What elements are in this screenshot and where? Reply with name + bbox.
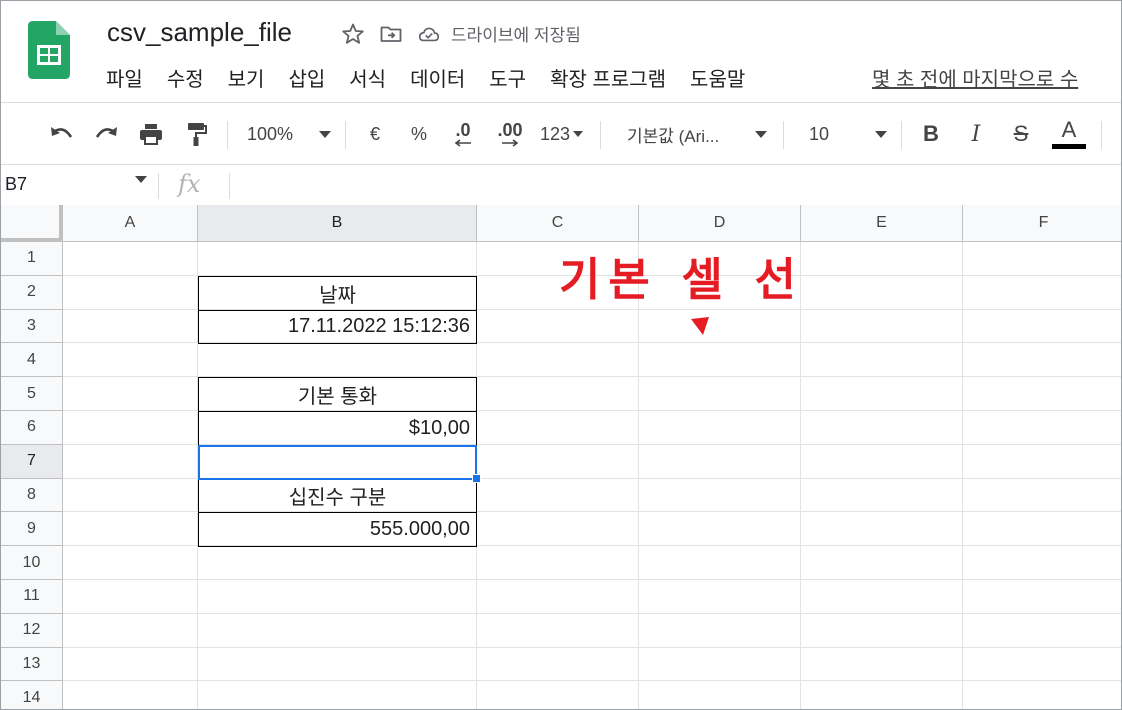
text-color-swatch — [1052, 144, 1086, 149]
menu-file[interactable]: 파일 — [106, 63, 155, 92]
row-header-11[interactable]: 11 — [1, 580, 63, 614]
column-gridline — [638, 242, 639, 709]
sheets-logo-icon[interactable] — [28, 21, 70, 79]
font-size-select[interactable]: 10 — [809, 117, 849, 151]
row-header-5[interactable]: 5 — [1, 377, 63, 411]
decrease-decimal-button[interactable]: .0 — [448, 117, 478, 151]
row-gridline — [63, 579, 1121, 580]
cell-b2[interactable]: 날짜 — [198, 275, 477, 311]
menu-view[interactable]: 보기 — [228, 63, 277, 92]
toolbar-divider — [345, 121, 346, 149]
menu-insert[interactable]: 삽입 — [288, 63, 337, 92]
bold-button[interactable]: B — [919, 117, 943, 151]
row-gridline — [63, 680, 1121, 682]
paint-format-icon[interactable] — [181, 117, 211, 151]
row-header-3[interactable]: 3 — [1, 309, 63, 344]
row-header-9[interactable]: 9 — [1, 512, 63, 547]
active-cell-selection[interactable] — [198, 444, 477, 480]
redo-icon[interactable] — [91, 117, 121, 151]
cell-b3[interactable]: 17.11.2022 15:12:36 — [198, 309, 477, 345]
column-gridline — [800, 242, 801, 709]
row-header-1[interactable]: 1 — [1, 242, 63, 276]
formula-divider — [229, 173, 230, 199]
column-header-a[interactable]: A — [63, 205, 198, 242]
column-header-d[interactable]: D — [639, 205, 801, 242]
select-all-corner[interactable] — [1, 205, 63, 242]
row-header-7[interactable]: 7 — [1, 444, 63, 479]
row-header-8[interactable]: 8 — [1, 478, 63, 513]
zoom-caret-icon[interactable] — [317, 117, 333, 151]
save-status: 드라이브에 저장됨 — [451, 26, 581, 45]
title-actions: 드라이브에 저장됨 — [341, 21, 581, 46]
menu-edit[interactable]: 수정 — [167, 63, 216, 92]
column-gridline — [962, 242, 963, 709]
menu-format[interactable]: 서식 — [349, 63, 398, 92]
arrow-left-icon — [454, 139, 471, 147]
row-header-12[interactable]: 12 — [1, 613, 63, 648]
fill-handle[interactable] — [472, 473, 481, 483]
undo-icon[interactable] — [47, 117, 77, 151]
document-title[interactable]: csv_sample_file — [107, 17, 292, 48]
menu-help[interactable]: 도움말 — [690, 63, 757, 92]
cell-b6[interactable]: $10,00 — [198, 411, 477, 446]
toolbar: 100% € % .0 .00 123 기본값 (Ari... 10 B I S… — [1, 102, 1121, 165]
column-header-c[interactable]: C — [477, 205, 639, 242]
row-header-14[interactable]: 14 — [1, 681, 63, 709]
column-header-b[interactable]: B — [198, 205, 477, 242]
zoom-select[interactable]: 100% — [247, 117, 303, 151]
row-header-6[interactable]: 6 — [1, 411, 63, 445]
cell-b8[interactable]: 십진수 구분 — [198, 478, 477, 514]
row-gridline — [63, 646, 1121, 648]
text-color-button[interactable]: A — [1051, 117, 1087, 151]
menu-data[interactable]: 데이터 — [410, 63, 477, 92]
formula-divider — [158, 173, 159, 199]
decrease-decimal-label: .0 — [455, 120, 471, 140]
font-size-caret-icon[interactable] — [873, 117, 889, 151]
row-header-2[interactable]: 2 — [1, 275, 63, 310]
last-edit-link[interactable]: 몇 초 전에 마지막으로 수 — [872, 63, 1078, 92]
more-formats-button[interactable]: 123 — [537, 117, 573, 151]
row-header-4[interactable]: 4 — [1, 343, 63, 378]
cloud-saved-icon[interactable] — [417, 22, 441, 46]
function-icon: fx — [178, 170, 201, 198]
app-window: csv_sample_file 드라이브에 저장됨 파일 수정 보기 삽입 서식… — [0, 0, 1122, 710]
toolbar-divider — [901, 121, 902, 149]
increase-decimal-label: .00 — [497, 120, 523, 140]
row-header-10[interactable]: 10 — [1, 546, 63, 580]
app-header: csv_sample_file 드라이브에 저장됨 파일 수정 보기 삽입 서식… — [1, 1, 1121, 102]
formula-input[interactable] — [241, 171, 1101, 199]
menu-tools[interactable]: 도구 — [489, 63, 538, 92]
more-formats-caret-icon[interactable] — [571, 117, 585, 151]
toolbar-divider — [783, 121, 784, 149]
arrow-right-icon — [502, 139, 519, 147]
font-family-select[interactable]: 기본값 (Ari... — [627, 117, 747, 151]
increase-decimal-button[interactable]: .00 — [493, 117, 527, 151]
menu-bar: 파일 수정 보기 삽입 서식 데이터 도구 확장 프로그램 도움말 — [106, 63, 769, 92]
column-header-f[interactable]: F — [963, 205, 1121, 242]
italic-button[interactable]: I — [964, 117, 988, 151]
print-icon[interactable] — [135, 117, 167, 151]
cell-b9[interactable]: 555.000,00 — [198, 512, 477, 548]
formula-bar: B7 fx — [1, 164, 1121, 206]
row-header-13[interactable]: 13 — [1, 647, 63, 682]
annotation-arrow-icon — [691, 317, 709, 335]
percent-format-button[interactable]: % — [407, 117, 431, 151]
name-box[interactable]: B7 — [5, 174, 27, 195]
text-color-label: A — [1061, 117, 1077, 142]
move-folder-icon[interactable] — [379, 22, 403, 46]
annotation-label: 기본 셀 선 — [559, 253, 804, 306]
cell-b5[interactable]: 기본 통화 — [198, 377, 477, 412]
menu-extensions[interactable]: 확장 프로그램 — [550, 63, 678, 92]
currency-format-button[interactable]: € — [363, 117, 387, 151]
toolbar-divider — [1101, 121, 1102, 149]
row-gridline — [63, 612, 1121, 614]
star-icon[interactable] — [341, 22, 365, 46]
toolbar-divider — [227, 121, 228, 149]
column-header-e[interactable]: E — [801, 205, 963, 242]
font-caret-icon[interactable] — [753, 117, 769, 151]
toolbar-divider — [600, 121, 601, 149]
strikethrough-button[interactable]: S — [1009, 117, 1033, 151]
name-box-caret-icon[interactable] — [135, 176, 147, 201]
